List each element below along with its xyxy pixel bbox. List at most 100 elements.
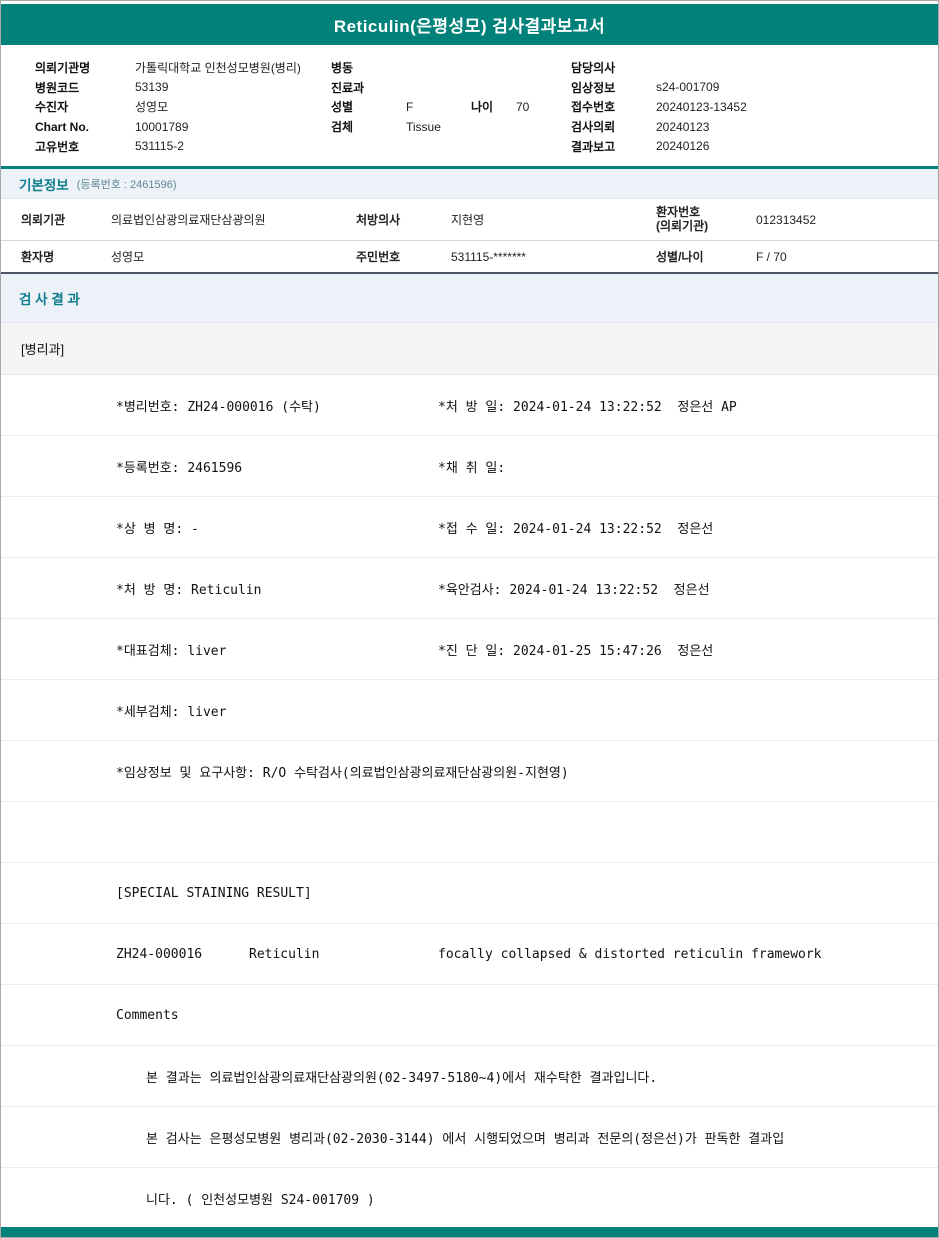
unique-no-value: 531115-2	[135, 139, 184, 154]
detail-row-clinical-request: *임상정보 및 요구사항: R/O 수탁검사(의료법인삼광의료재단삼광의원-지현…	[1, 741, 938, 802]
footnote-2-text: 본 검사는 은평성모병원 병리과(02-2030-3144) 에서 시행되었으며…	[146, 1131, 785, 1147]
doctor-label: 담당의사	[571, 61, 616, 76]
referrer-label: 의뢰기관	[21, 213, 66, 227]
field-unique-no: 고유번호 531115-2	[35, 136, 331, 156]
results-title: 검 사 결 과	[19, 292, 80, 307]
field-report-date: 결과보고 20240126	[571, 136, 928, 156]
sex-age-label: 성별/나이	[656, 250, 704, 264]
sex-age-value: F / 70	[756, 249, 787, 264]
footnote-3-text: 니다. ( 인천성모병원 S24-001709 )	[146, 1192, 375, 1208]
sex-value: F	[406, 99, 414, 114]
patient-header-col3: 담당의사 임상정보 s24-001709 접수번호 20240123-13452…	[571, 58, 928, 156]
detail-row-staining-result: ZH24-000016 Reticulin focally collapsed …	[1, 924, 938, 985]
staining-name-text: Reticulin	[249, 946, 320, 962]
hospital-code-value: 53139	[135, 80, 169, 95]
detail-row-pathology-no: *병리번호: ZH24-000016 (수탁) *처 방 일: 2024-01-…	[1, 375, 938, 436]
report-title: Reticulin(은평성모) 검사결과보고서	[333, 17, 606, 36]
field-patient: 수진자 성영모	[35, 97, 331, 117]
detail-row-main-specimen: *대표검체: liver *진 단 일: 2024-01-25 15:47:26…	[1, 619, 938, 680]
resident-no-label: 주민번호	[356, 250, 401, 264]
basic-info-row-2: 환자명 성영모 주민번호 531115-******* 성별/나이 F / 70	[1, 241, 938, 272]
gross-exam-text: *육안검사: 2024-01-24 13:22:52 정은선	[438, 582, 710, 598]
chart-no-label: Chart No.	[35, 119, 89, 134]
staining-code-text: ZH24-000016	[116, 946, 203, 962]
report-page: Reticulin(은평성모) 검사결과보고서 의뢰기관명 가톨릭대학교 인천성…	[0, 0, 939, 1238]
sub-specimen-text: *세부검체: liver	[116, 704, 227, 720]
results-header: 검 사 결 과	[1, 274, 938, 323]
sex-label: 성별	[331, 100, 354, 115]
basic-info-row-1: 의뢰기관 의료법인삼광의료재단삼광의원 처방의사 지현영 환자번호 (의뢰기관)…	[1, 199, 938, 241]
ward-label: 병동	[331, 61, 354, 76]
basic-info-table: 의뢰기관 의료법인삼광의료재단삼광의원 처방의사 지현영 환자번호 (의뢰기관)…	[1, 199, 938, 274]
patient-header: 의뢰기관명 가톨릭대학교 인천성모병원(병리) 병원코드 53139 수진자 성…	[1, 45, 938, 166]
main-specimen-text: *대표검체: liver	[116, 643, 227, 659]
receipt-no-label: 접수번호	[571, 100, 616, 115]
order-name-text: *처 방 명: Reticulin	[116, 582, 262, 598]
patient-no-label: 환자번호 (의뢰기관)	[656, 204, 756, 234]
prescriber-label: 처방의사	[356, 213, 401, 227]
referrer-value: 의료법인삼광의료재단삼광의원	[111, 213, 266, 227]
field-hospital-code: 병원코드 53139	[35, 78, 331, 98]
request-date-label: 검사의뢰	[571, 120, 616, 135]
detail-row-footnote-3: 니다. ( 인천성모병원 S24-001709 )	[1, 1168, 938, 1229]
hospital-code-label: 병원코드	[35, 80, 80, 95]
detail-row-sub-specimen: *세부검체: liver	[1, 680, 938, 741]
field-chart-no: Chart No. 10001789	[35, 117, 331, 137]
specimen-label: 검체	[331, 120, 354, 135]
clinical-info-value: s24-001709	[656, 80, 720, 95]
chart-no-value: 10001789	[135, 119, 189, 134]
resident-no-value: 531115-*******	[451, 249, 526, 264]
comments-label: Comments	[116, 1007, 179, 1023]
detail-row-order-name: *처 방 명: Reticulin *육안검사: 2024-01-24 13:2…	[1, 558, 938, 619]
patient-name-value: 성영모	[135, 100, 169, 115]
detail-row-empty	[1, 802, 938, 863]
detail-row-footnote-2: 본 검사는 은평성모병원 병리과(02-2030-3144) 에서 시행되었으며…	[1, 1107, 938, 1168]
basic-info-header: 기본정보 (등록번호 : 2461596)	[1, 169, 938, 199]
hospital-name-label: 의뢰기관명	[35, 61, 91, 76]
patient-header-col1: 의뢰기관명 가톨릭대학교 인천성모병원(병리) 병원코드 53139 수진자 성…	[35, 58, 331, 156]
field-hospital-name: 의뢰기관명 가톨릭대학교 인천성모병원(병리)	[35, 58, 331, 78]
unique-no-label: 고유번호	[35, 139, 80, 154]
patient-no-value: 012313452	[756, 212, 817, 227]
diagnosis-date-text: *진 단 일: 2024-01-25 15:47:26 정은선	[438, 643, 714, 659]
diagnosis-name-text: *상 병 명: -	[116, 521, 199, 537]
department-label: [병리과]	[21, 342, 65, 357]
patient-label: 수진자	[35, 100, 69, 115]
detail-row-comments: Comments	[1, 985, 938, 1046]
field-receipt-no: 접수번호 20240123-13452	[571, 97, 928, 117]
field-specimen: 검체 Tissue	[331, 117, 571, 137]
request-date-value: 20240123	[656, 119, 710, 134]
basic-info-title: 기본정보	[19, 177, 69, 193]
collection-date-text: *채 취 일:	[438, 460, 506, 476]
clinical-info-label: 임상정보	[571, 80, 616, 95]
patient-no-label-line2: (의뢰기관)	[656, 218, 709, 233]
bottom-teal-bar	[1, 1227, 938, 1237]
receipt-date-text: *접 수 일: 2024-01-24 13:22:52 정은선	[438, 521, 714, 537]
field-doctor: 담당의사	[571, 58, 928, 78]
patient-no-label-line1: 환자번호	[656, 204, 701, 219]
field-sex-age: 성별 F 나이 70	[331, 97, 571, 117]
detail-row-staining-header: [SPECIAL STAINING RESULT]	[1, 863, 938, 924]
specimen-value: Tissue	[406, 119, 441, 134]
footnote-1-text: 본 결과는 의료법인삼광의료재단삼광의원(02-3497-5180~4)에서 재…	[146, 1070, 658, 1086]
report-date-label: 결과보고	[571, 139, 616, 154]
hospital-name-value: 가톨릭대학교 인천성모병원(병리)	[135, 61, 301, 76]
staining-header-text: [SPECIAL STAINING RESULT]	[116, 885, 312, 901]
order-date-text: *처 방 일: 2024-01-24 13:22:52 정은선 AP	[438, 399, 737, 415]
dept-label: 진료과	[331, 80, 365, 95]
field-dept: 진료과	[331, 78, 571, 98]
report-title-bar: Reticulin(은평성모) 검사결과보고서	[1, 4, 938, 45]
department-row: [병리과]	[1, 323, 938, 375]
patient-header-col2: 병동 진료과 성별 F 나이 70 검체 Tissue	[331, 58, 571, 156]
detail-row-footnote-1: 본 결과는 의료법인삼광의료재단삼광의원(02-3497-5180~4)에서 재…	[1, 1046, 938, 1107]
field-clinical-info: 임상정보 s24-001709	[571, 78, 928, 98]
basic-info-subtitle: (등록번호 : 2461596)	[76, 178, 177, 191]
staining-result-text: focally collapsed & distorted reticulin …	[438, 946, 822, 962]
patient-name-label: 환자명	[21, 250, 55, 264]
report-date-value: 20240126	[656, 139, 710, 154]
detail-row-diagnosis-name: *상 병 명: - *접 수 일: 2024-01-24 13:22:52 정은…	[1, 497, 938, 558]
receipt-no-value: 20240123-13452	[656, 99, 747, 114]
prescriber-value: 지현영	[451, 213, 485, 227]
registration-no-text: *등록번호: 2461596	[116, 460, 243, 476]
field-ward: 병동	[331, 58, 571, 78]
